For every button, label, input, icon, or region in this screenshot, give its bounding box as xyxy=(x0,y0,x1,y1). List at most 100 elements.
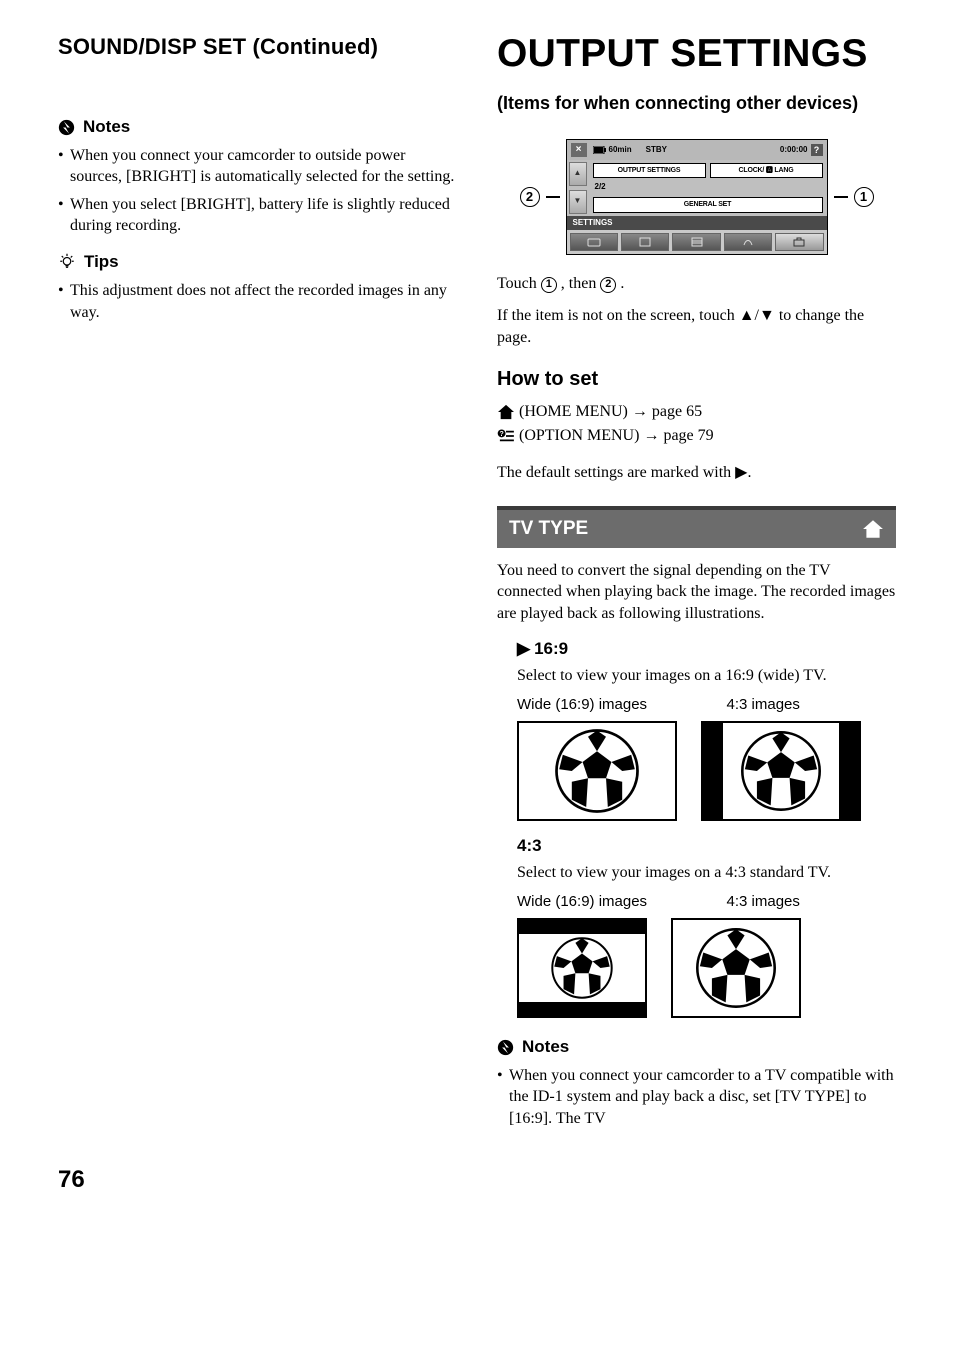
page-root: SOUND/DISP SET (Continued) Notes When yo… xyxy=(58,28,896,1136)
lcd-nav-2[interactable] xyxy=(621,233,669,251)
note-item: When you connect your camcorder to a TV … xyxy=(497,1065,896,1130)
option-4-3-desc: Select to view your images on a 4:3 stan… xyxy=(517,862,896,884)
option-menu-line: ? (OPTION MENU) → page 79 xyxy=(497,425,896,447)
option-4-3-label: 4:3 xyxy=(517,835,542,858)
lcd-nav-1[interactable] xyxy=(570,233,618,251)
tips-heading-text: Tips xyxy=(84,251,119,274)
pillarbox xyxy=(839,723,859,819)
letterbox xyxy=(519,920,645,934)
text: , then xyxy=(561,275,601,292)
tips-list: This adjustment does not affect the reco… xyxy=(58,280,457,323)
touch-instruction-2: If the item is not on the screen, touch … xyxy=(497,305,896,348)
stby-label: STBY xyxy=(646,145,667,156)
text: . xyxy=(620,275,624,292)
soccer-ball-icon xyxy=(693,925,779,1011)
tv-frame-43-on-169 xyxy=(701,721,861,821)
callout-1: 1 xyxy=(854,187,874,207)
tips-heading: Tips xyxy=(58,251,457,274)
lcd-body: ▲ ▼ OUTPUT SETTINGS CLOCK/ 🅰 LANG 2/2 GE… xyxy=(567,160,827,216)
svg-text:?: ? xyxy=(499,431,503,438)
option-16-9-title: ▶ 16:9 xyxy=(517,638,896,661)
lcd-nav-3[interactable] xyxy=(672,233,720,251)
image-column-labels: Wide (16:9) images 4:3 images xyxy=(517,695,896,715)
close-icon[interactable]: × xyxy=(571,143,587,157)
tvtype-label: TV TYPE xyxy=(509,516,588,542)
soccer-ball-icon xyxy=(549,935,615,1001)
soccer-ball-icon xyxy=(552,726,642,816)
lcd-screenshot: × 60min STBY 0:00:00 ? ▲ ▼ xyxy=(566,139,828,255)
option-16-9: ▶ 16:9 Select to view your images on a 1… xyxy=(517,638,896,821)
tv-frame-wide-on-43 xyxy=(517,918,647,1018)
home-icon xyxy=(497,404,515,420)
home-menu-line: (HOME MENU) → page 65 xyxy=(497,401,896,423)
default-marker-icon: ▶ xyxy=(517,638,530,661)
notes-icon xyxy=(497,1039,514,1056)
notes-list: When you connect your camcorder to outsi… xyxy=(58,145,457,237)
tip-item: This adjustment does not affect the reco… xyxy=(58,280,457,323)
option-menu-page: page 79 xyxy=(663,425,713,447)
home-menu-text: (HOME MENU) xyxy=(519,401,628,423)
notes-heading-text: Notes xyxy=(83,116,130,139)
letterbox xyxy=(519,1002,645,1016)
lcd-nav-4[interactable] xyxy=(724,233,772,251)
timecode: 0:00:00 ? xyxy=(780,144,823,156)
soccer-ball-icon xyxy=(738,728,824,814)
arrow-right-icon: → xyxy=(643,425,659,447)
callout-1-line xyxy=(834,196,848,198)
option-16-9-desc: Select to view your images on a 16:9 (wi… xyxy=(517,665,896,687)
option-4-3-title: 4:3 xyxy=(517,835,896,858)
image-pair-16-9 xyxy=(517,721,896,821)
col-label-wide: Wide (16:9) images xyxy=(517,695,687,715)
home-icon xyxy=(862,519,884,539)
col-label-43: 4:3 images xyxy=(727,695,897,715)
right-column: OUTPUT SETTINGS (Items for when connecti… xyxy=(497,28,896,1136)
home-menu-page: page 65 xyxy=(652,401,702,423)
lcd-nav-toolbox[interactable] xyxy=(775,233,823,251)
option-menu-text: (OPTION MENU) xyxy=(519,425,639,447)
text: Touch xyxy=(497,275,541,292)
battery-indicator: 60min xyxy=(593,145,632,156)
lcd-tabs: OUTPUT SETTINGS CLOCK/ 🅰 LANG 2/2 GENERA… xyxy=(589,160,827,216)
notes-heading: Notes xyxy=(58,116,457,139)
how-to-set-heading: How to set xyxy=(497,366,896,393)
lcd-tab-general-set[interactable]: GENERAL SET xyxy=(593,197,823,212)
inline-callout-1: 1 xyxy=(541,277,557,293)
tips-icon xyxy=(58,253,76,271)
timecode-text: 0:00:00 xyxy=(780,145,808,156)
pillarbox xyxy=(703,723,723,819)
option-4-3: 4:3 Select to view your images on a 4:3 … xyxy=(517,835,896,1018)
lcd-tab-clock-lang[interactable]: CLOCK/ 🅰 LANG xyxy=(710,163,823,178)
note-item: When you select [BRIGHT], battery life i… xyxy=(58,194,457,237)
tv-frame-43-on-43 xyxy=(671,918,801,1018)
lcd-bottom-row xyxy=(567,230,827,254)
tvtype-bar: TV TYPE xyxy=(497,506,896,548)
lcd-tab-output-settings[interactable]: OUTPUT SETTINGS xyxy=(593,163,706,178)
image-column-labels: Wide (16:9) images 4:3 images xyxy=(517,892,896,912)
battery-text: 60min xyxy=(609,145,632,156)
page-down-button[interactable]: ▼ xyxy=(569,190,587,214)
col-label-wide: Wide (16:9) images xyxy=(517,892,687,912)
touch-instruction-1: Touch 1 , then 2 . xyxy=(497,273,896,295)
notes2-list: When you connect your camcorder to a TV … xyxy=(497,1065,896,1130)
lcd-statusbar: × 60min STBY 0:00:00 ? xyxy=(567,140,827,160)
note-item: When you connect your camcorder to outsi… xyxy=(58,145,457,188)
arrow-right-icon: → xyxy=(632,401,648,423)
lcd-settings-label: SETTINGS xyxy=(567,216,827,231)
left-column: SOUND/DISP SET (Continued) Notes When yo… xyxy=(58,28,457,1136)
tvtype-description: You need to convert the signal depending… xyxy=(497,560,896,625)
notes2-heading: Notes xyxy=(497,1036,896,1059)
lcd-page-arrows: ▲ ▼ xyxy=(567,160,589,216)
option-menu-icon: ? xyxy=(497,429,515,443)
lcd-page-indicator: 2/2 xyxy=(593,181,823,194)
breadcrumb: SOUND/DISP SET (Continued) xyxy=(58,32,457,62)
callout-2-line xyxy=(546,196,560,198)
notes-icon xyxy=(58,119,75,136)
page-number: 76 xyxy=(58,1164,896,1196)
notes2-heading-text: Notes xyxy=(522,1036,569,1059)
col-label-43: 4:3 images xyxy=(727,892,897,912)
page-up-button[interactable]: ▲ xyxy=(569,162,587,186)
image-pair-4-3 xyxy=(517,918,896,1018)
callout-2: 2 xyxy=(520,187,540,207)
inline-callout-2: 2 xyxy=(600,277,616,293)
help-icon[interactable]: ? xyxy=(811,144,823,156)
